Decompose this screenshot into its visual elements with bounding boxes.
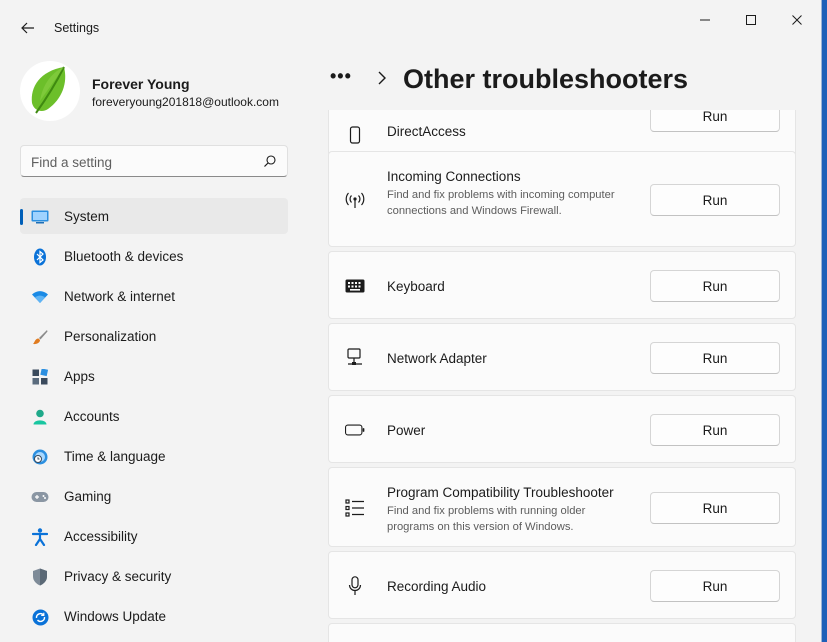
apps-icon — [31, 368, 49, 386]
troubleshooter-description: Find and fix problems with incoming comp… — [387, 189, 615, 217]
sidebar-item-system[interactable]: System — [20, 198, 288, 234]
troubleshooter-card: DirectAccess Run — [328, 110, 796, 157]
keyboard-icon — [345, 276, 365, 296]
sidebar-item-label: Bluetooth & devices — [64, 249, 184, 264]
sidebar-item-label: Accounts — [64, 409, 120, 424]
person-icon — [31, 408, 49, 426]
globe-clock-icon — [31, 448, 49, 466]
sidebar-item-accounts[interactable]: Accounts — [20, 398, 288, 434]
microphone-icon — [345, 576, 365, 596]
run-button[interactable]: Run — [650, 342, 780, 374]
troubleshooter-card: Incoming Connections Find and fix proble… — [328, 151, 796, 247]
run-button[interactable]: Run — [650, 110, 780, 132]
troubleshooter-card: Network Adapter Run — [328, 323, 796, 391]
troubleshooter-title: Power — [387, 423, 426, 438]
gamepad-icon — [31, 488, 49, 506]
troubleshooter-title: Network Adapter — [387, 351, 487, 366]
troubleshooter-list[interactable]: DirectAccess Run Incoming Connections Fi… — [328, 110, 796, 642]
run-button[interactable]: Run — [650, 184, 780, 216]
sidebar-item-label: Personalization — [64, 329, 157, 344]
close-button[interactable] — [774, 8, 820, 32]
sidebar-item-privacy-security[interactable]: Privacy & security — [20, 558, 288, 594]
chevron-right-icon — [378, 71, 386, 85]
sidebar-item-bluetooth[interactable]: Bluetooth & devices — [20, 238, 288, 274]
monitor-icon — [31, 208, 49, 226]
run-button[interactable]: Run — [650, 492, 780, 524]
page-title: Other troubleshooters — [403, 64, 689, 94]
troubleshooter-card: Program Compatibility Troubleshooter Fin… — [328, 467, 796, 547]
antenna-icon — [345, 190, 365, 210]
title-bar: Settings — [0, 0, 821, 48]
breadcrumb: ••• Other troubleshooters — [330, 62, 810, 98]
troubleshooter-description: Find and fix problems with running older… — [387, 505, 586, 533]
wifi-icon — [31, 288, 49, 306]
minimize-button[interactable] — [682, 8, 728, 32]
app-title: Settings — [54, 21, 100, 35]
search-icon — [264, 155, 276, 167]
troubleshooter-title: Keyboard — [387, 279, 445, 294]
paintbrush-icon — [31, 328, 49, 346]
sidebar-item-label: Gaming — [64, 489, 112, 504]
sidebar-item-gaming[interactable]: Gaming — [20, 478, 288, 514]
run-button[interactable]: Run — [650, 414, 780, 446]
run-button[interactable]: Run — [650, 570, 780, 602]
profile-name: Forever Young — [92, 76, 190, 92]
phone-icon — [345, 125, 365, 145]
sidebar-item-time-language[interactable]: Time & language — [20, 438, 288, 474]
sidebar-item-apps[interactable]: Apps — [20, 358, 288, 394]
sidebar-item-label: Accessibility — [64, 529, 138, 544]
back-arrow-icon — [21, 22, 34, 34]
sidebar-item-accessibility[interactable]: Accessibility — [20, 518, 288, 554]
user-profile[interactable]: Forever Young foreveryoung201818@outlook… — [20, 61, 310, 121]
list-icon — [345, 498, 365, 518]
profile-email: foreveryoung201818@outlook.com — [92, 95, 279, 109]
avatar — [20, 61, 80, 121]
bluetooth-icon — [31, 248, 49, 266]
sidebar-item-network[interactable]: Network & internet — [20, 278, 288, 314]
close-icon — [792, 15, 802, 25]
update-icon — [31, 608, 49, 626]
troubleshooter-title: Incoming Connections — [387, 169, 521, 184]
run-button[interactable]: Run — [650, 270, 780, 302]
maximize-icon — [746, 15, 756, 25]
accessibility-icon — [31, 528, 49, 546]
search-input[interactable] — [31, 152, 251, 172]
sidebar-item-label: Windows Update — [64, 609, 167, 624]
leaf-icon — [31, 66, 66, 114]
sidebar-item-label: Network & internet — [64, 289, 176, 304]
search-box[interactable] — [20, 145, 288, 177]
troubleshooter-card: Power Run — [328, 395, 796, 463]
troubleshooter-title: Recording Audio — [387, 579, 487, 594]
troubleshooter-title: DirectAccess — [387, 124, 466, 139]
minimize-icon — [700, 19, 710, 21]
sidebar-item-label: System — [64, 209, 110, 224]
troubleshooter-card: Recording Audio Run — [328, 551, 796, 619]
sidebar-item-label: Time & language — [64, 449, 166, 464]
settings-window: Settings Forever Young foreveryoung20181… — [0, 0, 822, 642]
sidebar-item-personalization[interactable]: Personalization — [20, 318, 288, 354]
troubleshooter-title: Program Compatibility Troubleshooter — [387, 485, 614, 500]
sidebar-nav: System Bluetooth & devices Network & int… — [20, 198, 288, 638]
sidebar-item-label: Apps — [64, 369, 95, 384]
breadcrumb-more-button[interactable]: ••• — [330, 66, 352, 87]
maximize-button[interactable] — [728, 8, 774, 32]
troubleshooter-card: Keyboard Run — [328, 251, 796, 319]
sidebar-item-windows-update[interactable]: Windows Update — [20, 598, 288, 634]
sidebar-item-label: Privacy & security — [64, 569, 172, 584]
back-button[interactable] — [14, 16, 42, 40]
network-adapter-icon — [345, 348, 365, 368]
battery-icon — [345, 420, 365, 440]
shield-icon — [31, 568, 49, 586]
troubleshooter-card — [328, 623, 796, 642]
